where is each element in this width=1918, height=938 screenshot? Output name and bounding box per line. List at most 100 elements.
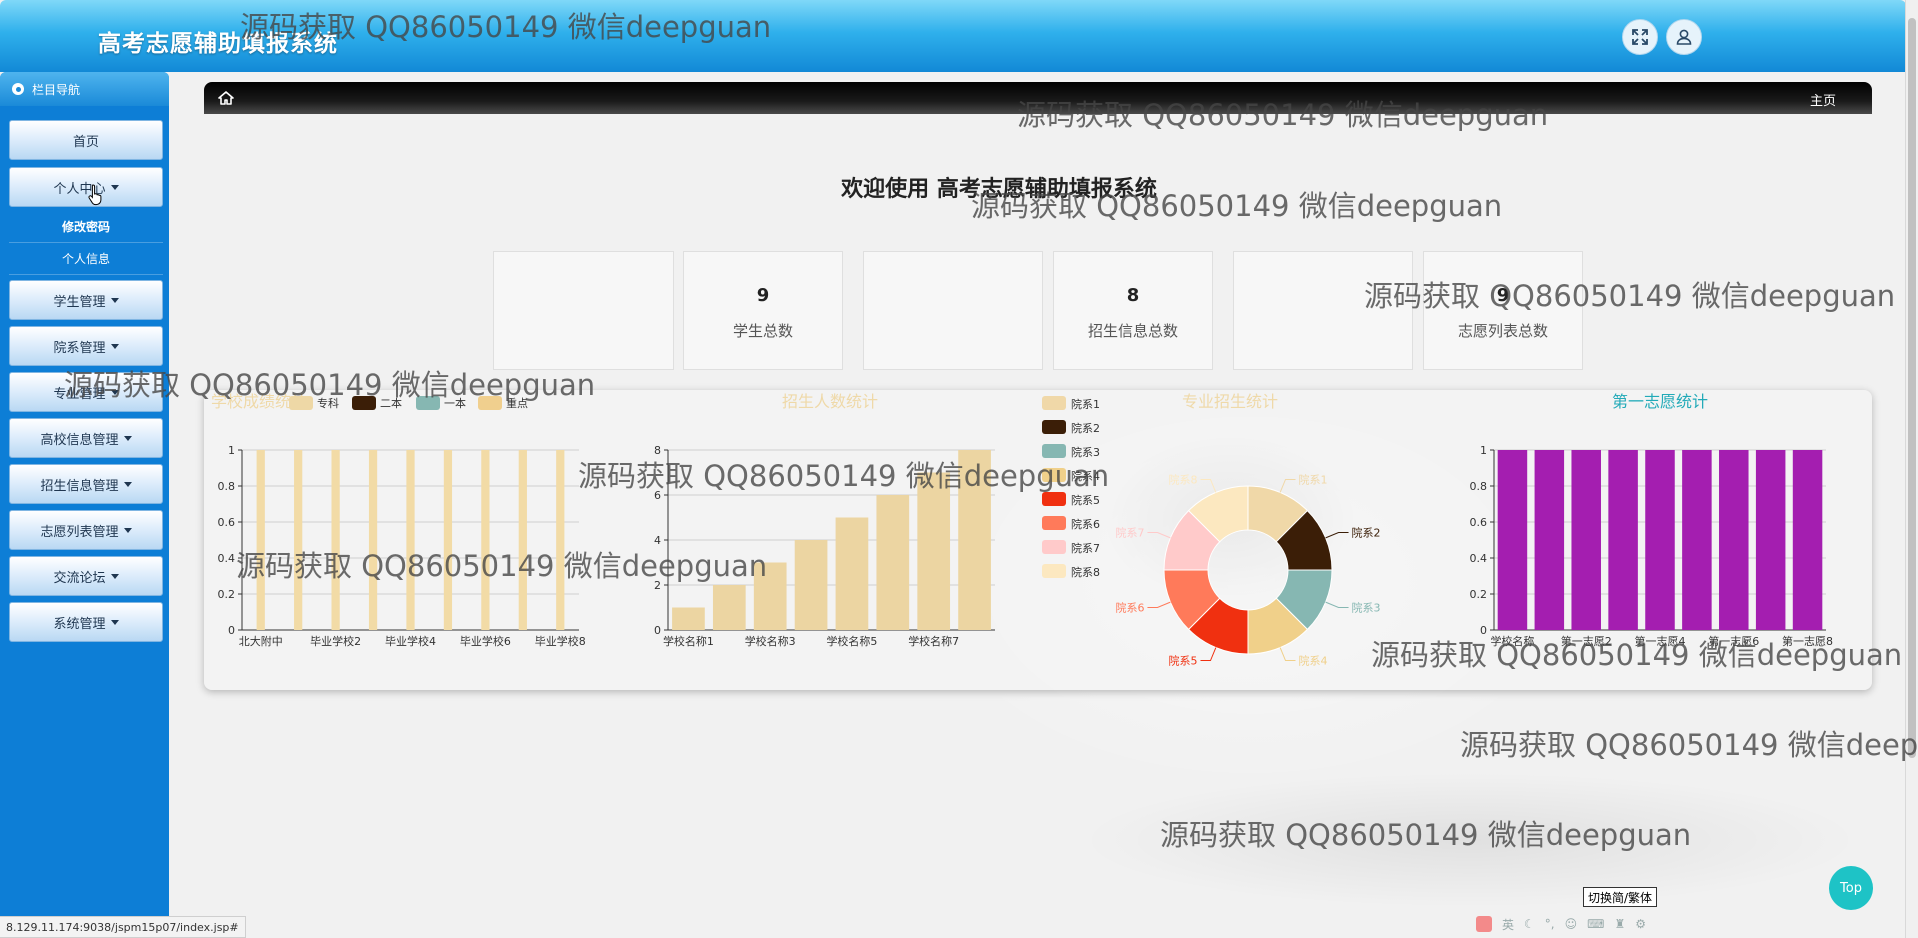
legend-label: 院系7 bbox=[1071, 541, 1100, 555]
sidebar-item-majors[interactable]: 专业管理 bbox=[9, 372, 163, 412]
legend-swatch bbox=[416, 396, 440, 410]
y-tick-label: 0 bbox=[228, 624, 235, 637]
ime-logo-icon bbox=[1476, 916, 1492, 932]
bar bbox=[1497, 450, 1528, 630]
x-tick-label: 学校名称1 bbox=[663, 634, 714, 648]
stat-box-empty bbox=[493, 251, 674, 370]
sidebar-item-volunteers[interactable]: 志愿列表管理 bbox=[9, 510, 163, 550]
sidebar-item-enrollment[interactable]: 招生信息管理 bbox=[9, 464, 163, 504]
x-tick-label: 学校名称3 bbox=[745, 634, 796, 648]
legend-label: 院系3 bbox=[1071, 445, 1100, 459]
legend-label: 院系1 bbox=[1071, 397, 1100, 411]
slice-label: 院系6 bbox=[1115, 601, 1144, 615]
slice-label: 院系7 bbox=[1115, 525, 1144, 539]
stat-box-empty bbox=[1233, 251, 1413, 370]
home-icon[interactable] bbox=[218, 91, 234, 105]
legend-label: 一本 bbox=[444, 396, 466, 410]
first-choice-chart: 第一志愿统计 0 0.2 0.4 0.6 0.8 1 学校名称 第一志愿2 第一志愿4 第一志愿6 第… bbox=[1470, 392, 1834, 648]
bar bbox=[794, 540, 828, 630]
breadcrumb-home-link[interactable]: 主页 bbox=[1810, 90, 1836, 109]
slice-label-line bbox=[1147, 601, 1171, 609]
sidebar-item-label: 院系管理 bbox=[53, 340, 106, 356]
sidebar-title: 栏目导航 bbox=[32, 82, 81, 97]
app-title: 高考志愿辅助填报系统 bbox=[98, 31, 338, 57]
y-tick-label: 0.4 bbox=[1470, 552, 1488, 565]
sidebar-item-departments[interactable]: 院系管理 bbox=[9, 326, 163, 366]
major-enrollment-chart: 专业招生统计院系1院系2院系3院系4院系5院系6院系7院系8院系1院系2院系3院… bbox=[1042, 392, 1381, 668]
language-switch-button[interactable]: 切换简/繁体 bbox=[1583, 887, 1658, 907]
ime-mode-label[interactable]: 英 bbox=[1502, 916, 1514, 933]
x-tick-label: 第一志愿8 bbox=[1782, 634, 1833, 648]
legend-swatch bbox=[1042, 492, 1066, 506]
sidebar-header: 栏目导航 bbox=[0, 72, 169, 106]
stat-box-empty bbox=[863, 251, 1043, 370]
sidebar-item-home[interactable]: 首页 bbox=[9, 120, 163, 160]
y-tick-label: 2 bbox=[654, 579, 661, 592]
x-tick-label: 北大附中 bbox=[239, 634, 283, 648]
legend-label: 院系6 bbox=[1071, 517, 1100, 531]
bar bbox=[481, 450, 490, 630]
bar bbox=[331, 450, 340, 630]
bar bbox=[368, 450, 378, 630]
stat-value: 9 bbox=[756, 285, 770, 306]
sidebar-item-label: 招生信息管理 bbox=[40, 478, 119, 494]
slice-label-line bbox=[1147, 531, 1171, 539]
emoji-icon[interactable]: ☺ bbox=[1565, 917, 1578, 931]
legend-label: 专科 bbox=[317, 396, 339, 410]
page-scrollbar[interactable] bbox=[1905, 0, 1918, 938]
stat-card-volunteers: 9 志愿列表总数 bbox=[1423, 251, 1583, 370]
punctuation-icon[interactable]: °, bbox=[1545, 917, 1555, 931]
y-tick-label: 0.4 bbox=[218, 552, 236, 565]
keyboard-icon[interactable]: ⌨ bbox=[1587, 917, 1604, 931]
bar bbox=[1792, 450, 1823, 630]
back-to-top-button[interactable]: Top bbox=[1829, 866, 1873, 910]
stat-label: 招生信息总数 bbox=[1087, 322, 1178, 340]
sidebar-item-system[interactable]: 系统管理 bbox=[9, 602, 163, 642]
slice-label: 院系3 bbox=[1352, 601, 1381, 615]
legend-label: 二本 bbox=[380, 396, 402, 410]
welcome-title: 欢迎使用 高考志愿辅助填报系统 bbox=[841, 177, 1157, 202]
sidebar-item-label: 修改密码 bbox=[61, 220, 110, 234]
bar bbox=[1571, 450, 1601, 630]
fullscreen-icon bbox=[1632, 29, 1648, 45]
sidebar-item-label: 首页 bbox=[72, 134, 99, 150]
ime-toolbar: 英 ☾ °, ☺ ⌨ ♜ ⚙ bbox=[1476, 914, 1656, 934]
caret-down-icon bbox=[110, 297, 119, 303]
caret-down-icon bbox=[110, 573, 119, 579]
stat-value: 9 bbox=[1496, 285, 1510, 306]
user-button[interactable] bbox=[1666, 19, 1702, 55]
legend-swatch bbox=[1042, 564, 1066, 578]
legend-label: 重点 bbox=[506, 396, 528, 410]
legend-swatch bbox=[1042, 396, 1066, 410]
settings-icon[interactable]: ⚙ bbox=[1635, 917, 1646, 931]
sidebar-item-label: 学生管理 bbox=[53, 294, 106, 310]
sidebar-item-colleges[interactable]: 高校信息管理 bbox=[9, 418, 163, 458]
sidebar-item-label: 志愿列表管理 bbox=[40, 524, 119, 540]
legend-swatch bbox=[289, 396, 313, 410]
sidebar-subitem-personal-info[interactable]: 个人信息 bbox=[9, 243, 163, 275]
x-tick-label: 第一志愿4 bbox=[1635, 634, 1686, 648]
caret-down-icon bbox=[123, 435, 132, 441]
y-tick-label: 0.2 bbox=[218, 588, 236, 601]
x-tick-label: 学校名称5 bbox=[826, 634, 877, 648]
fullscreen-button[interactable] bbox=[1622, 19, 1658, 55]
chart-title: 招生人数统计 bbox=[782, 392, 878, 411]
stat-card-enrollment: 8 招生信息总数 bbox=[1053, 251, 1213, 370]
caret-down-icon bbox=[110, 619, 119, 625]
bar bbox=[1534, 450, 1565, 630]
slice-label: 院系8 bbox=[1168, 472, 1197, 486]
y-tick-label: 0 bbox=[1480, 624, 1487, 637]
sidebar-item-students[interactable]: 学生管理 bbox=[9, 280, 163, 320]
y-tick-label: 1 bbox=[1480, 444, 1487, 457]
bar bbox=[1645, 450, 1675, 630]
bar bbox=[1719, 450, 1749, 630]
sidebar-subitem-change-password[interactable]: 修改密码 bbox=[9, 211, 163, 243]
sidebar-item-label: 交流论坛 bbox=[53, 570, 106, 586]
sidebar-item-forum[interactable]: 交流论坛 bbox=[9, 556, 163, 596]
x-tick-label: 第一志愿2 bbox=[1561, 634, 1612, 648]
bar bbox=[1682, 450, 1712, 630]
bar bbox=[672, 607, 705, 630]
moon-icon[interactable]: ☾ bbox=[1524, 917, 1535, 931]
shirt-icon[interactable]: ♜ bbox=[1614, 917, 1625, 931]
sidebar-item-label: 专业管理 bbox=[53, 386, 106, 402]
